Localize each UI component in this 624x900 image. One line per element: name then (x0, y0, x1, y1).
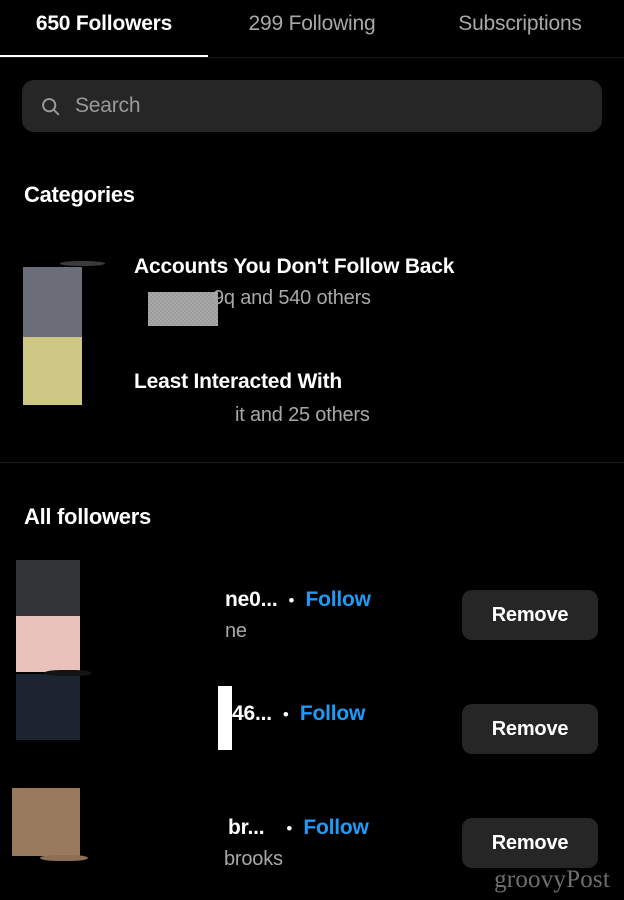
avatar-color-block (16, 616, 80, 672)
avatar-sliver-artifact (60, 261, 105, 266)
category-avatar-stack (23, 261, 105, 405)
categories-heading: Categories (24, 182, 135, 207)
category-subtitle: 9q and 540 others (213, 287, 371, 309)
avatar[interactable] (16, 560, 80, 672)
watermark: groovyPost (494, 866, 610, 893)
tab-following[interactable]: 299 Following (208, 12, 416, 36)
follower-fullname: brooks (224, 848, 283, 870)
instagram-followers-screen: 650 Followers 299 Following Subscription… (0, 0, 624, 900)
remove-button[interactable]: Remove (462, 818, 598, 868)
avatar-color-block (16, 560, 80, 616)
tab-bar: 650 Followers 299 Following Subscription… (0, 0, 624, 58)
avatar-color-block (23, 267, 82, 337)
separator-dot: • (282, 704, 289, 724)
tab-subscriptions[interactable]: Subscriptions (416, 12, 624, 36)
follow-button[interactable]: Follow (300, 702, 365, 726)
separator-dot: • (288, 590, 295, 610)
search-placeholder: Search (75, 94, 141, 117)
remove-button[interactable]: Remove (462, 590, 598, 640)
avatar[interactable] (16, 670, 92, 740)
follower-primary-line: 46... • Follow (232, 702, 365, 726)
search-input[interactable]: Search (22, 80, 602, 132)
remove-button[interactable]: Remove (462, 704, 598, 754)
avatar[interactable] (12, 788, 88, 861)
search-icon (42, 97, 60, 115)
follower-username: br... (228, 816, 265, 839)
avatar-color-block (12, 788, 80, 856)
search-container: Search (0, 58, 624, 132)
follower-primary-line: br... • Follow (228, 816, 369, 840)
follower-row[interactable]: ne0... • Follow ne Remove (0, 560, 624, 672)
follower-row[interactable]: 46... • Follow Remove (0, 670, 624, 774)
tab-followers[interactable]: 650 Followers (0, 12, 208, 36)
follower-username: ne0... (225, 588, 278, 611)
avatar-color-block (16, 674, 80, 740)
tab-bar-divider (0, 57, 624, 58)
category-subtitle: it and 25 others (235, 404, 370, 426)
follow-button[interactable]: Follow (303, 816, 368, 840)
all-followers-heading: All followers (24, 504, 151, 529)
image-placeholder-checkerboard (148, 292, 218, 326)
follower-fullname: ne (225, 620, 247, 642)
follow-button[interactable]: Follow (305, 588, 370, 612)
category-title: Least Interacted With (134, 370, 342, 393)
avatar-color-block (23, 337, 82, 405)
section-divider (0, 462, 624, 463)
follower-primary-line: ne0... • Follow (225, 588, 371, 612)
avatar-sliver-artifact (40, 855, 88, 861)
separator-dot: • (286, 818, 293, 838)
render-artifact-bar (218, 686, 232, 750)
follower-username: 46... (232, 702, 272, 725)
category-title: Accounts You Don't Follow Back (134, 255, 455, 278)
avatar-sliver-artifact (44, 670, 92, 676)
